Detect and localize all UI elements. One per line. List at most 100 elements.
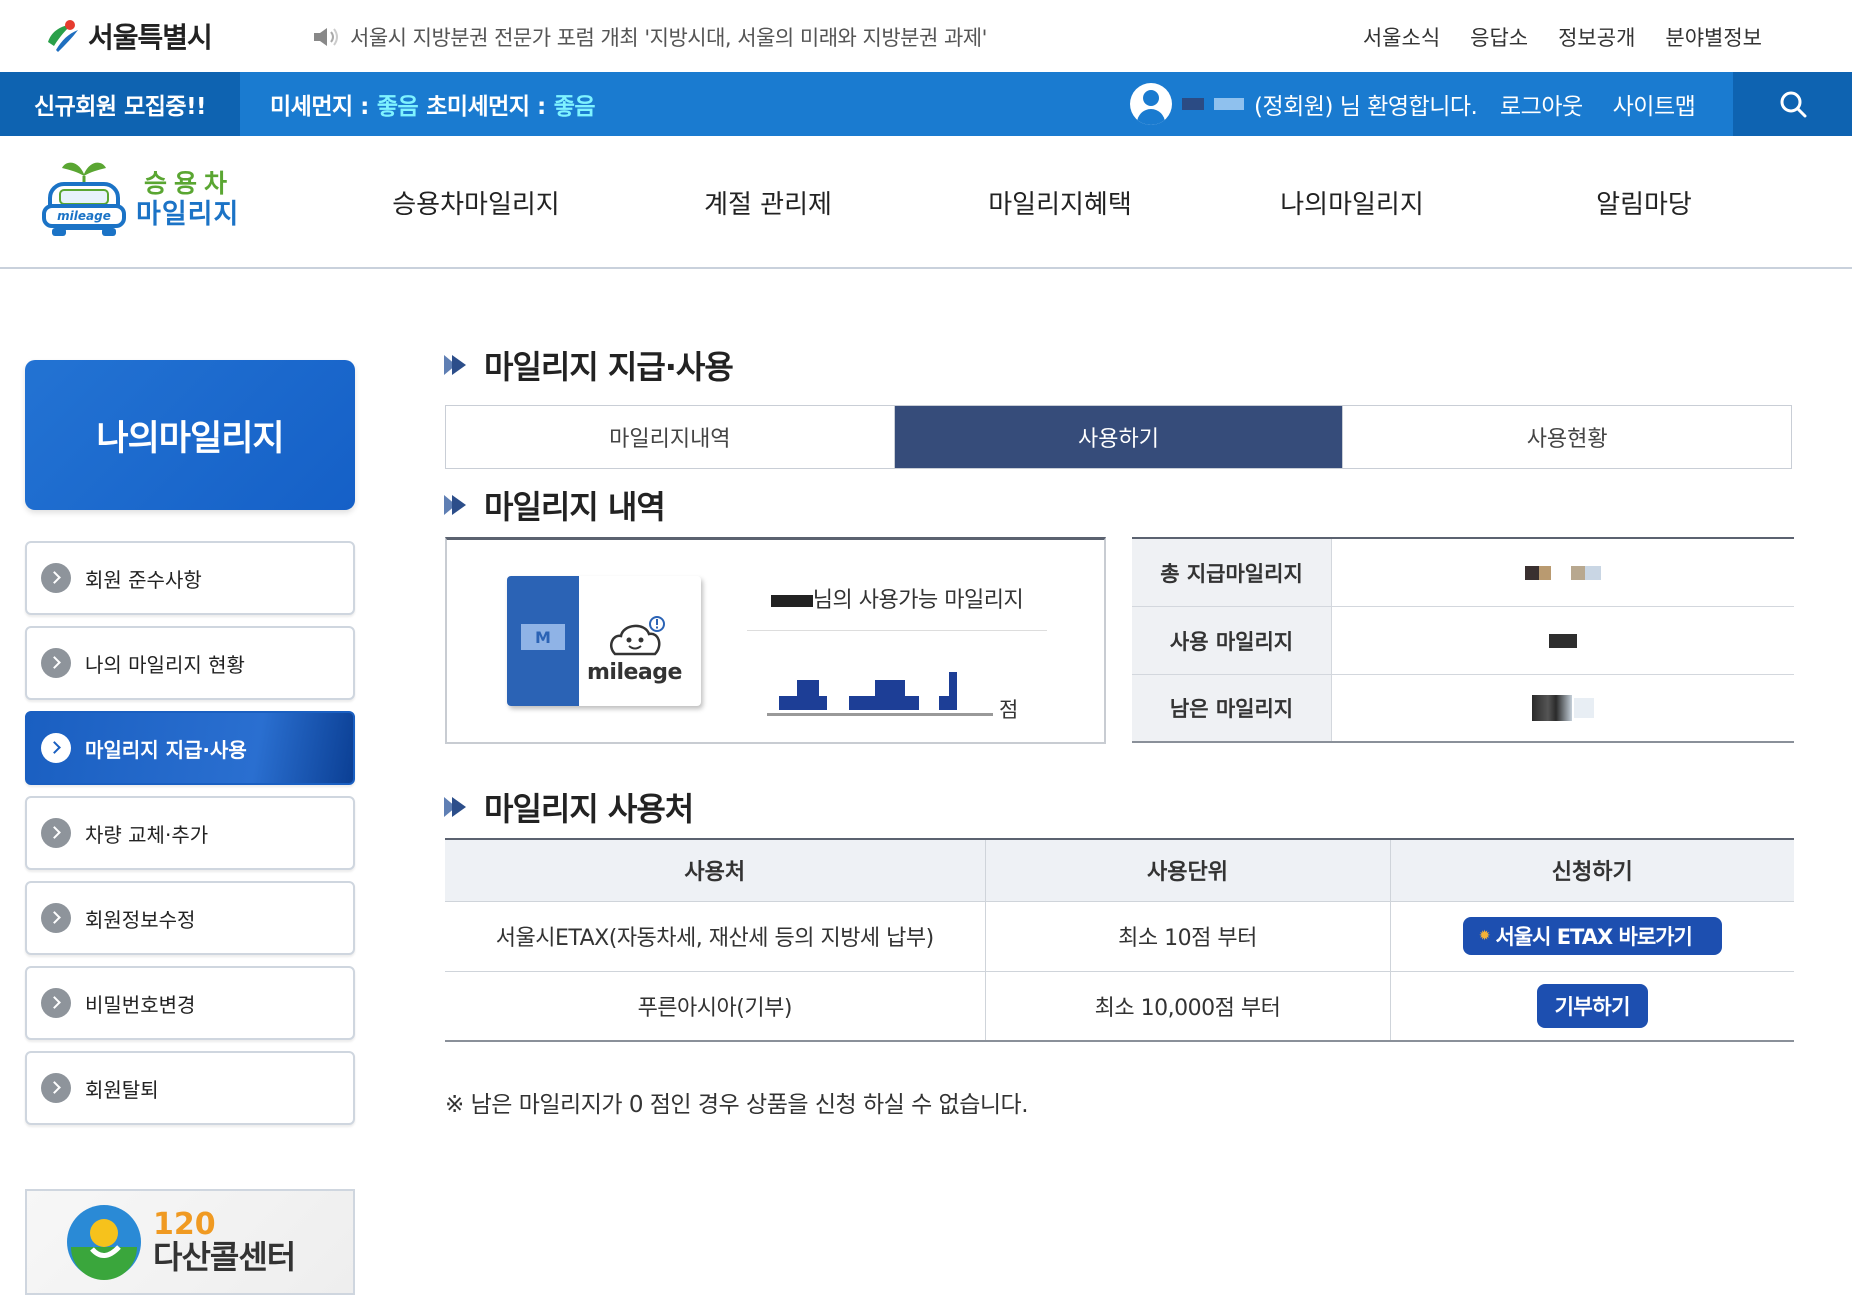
stat-label: 총 지급마일리지 xyxy=(1132,539,1332,606)
history-title: 마일리지 내역 xyxy=(444,482,666,528)
top-link-field-info[interactable]: 분야별정보 xyxy=(1665,22,1762,52)
lnb-item-pay-use[interactable]: 마일리지 지급·사용 xyxy=(25,711,355,785)
user-links: 로그아웃 사이트맵 xyxy=(1500,72,1696,136)
card-label: mileage xyxy=(587,660,682,685)
chevron-right-icon xyxy=(41,648,71,678)
chevron-right-icon xyxy=(41,818,71,848)
double-chevron-icon xyxy=(444,797,466,817)
site-logo[interactable]: mileage 승용차 마일리지 xyxy=(38,154,239,246)
places-title: 마일리지 사용처 xyxy=(444,784,694,830)
stat-value-redacted xyxy=(1332,675,1794,741)
brand-line2: 마일리지 xyxy=(136,198,240,230)
fine-dust-value: 좋음 xyxy=(376,94,419,120)
footnote: ※ 남은 마일리지가 0 점인 경우 상품을 신청 하실 수 없습니다. xyxy=(445,1092,1029,1118)
lnb-item-rules[interactable]: 회원 준수사항 xyxy=(25,541,355,615)
seoul-logo[interactable]: 서울특별시 xyxy=(42,14,213,58)
recruit-banner[interactable]: 신규회원 모집중!! xyxy=(0,72,240,136)
dust-info: 미세먼지 : 좋음 초미세먼지 : 좋음 xyxy=(270,72,596,136)
gnb-item-season[interactable]: 계절 관리제 xyxy=(622,184,914,221)
gnb-menu: 승용차마일리지 계절 관리제 마일리지혜택 나의마일리지 알림마당 xyxy=(330,184,1790,221)
gnb-item-mileage[interactable]: 승용차마일리지 xyxy=(330,184,622,221)
tab-usage-status[interactable]: 사용현황 xyxy=(1342,406,1792,468)
redacted-name xyxy=(770,595,813,607)
lnb-item-label: 차량 교체·추가 xyxy=(85,822,209,847)
lnb-item-withdraw[interactable]: 회원탈퇴 xyxy=(25,1051,355,1125)
stat-row-used: 사용 마일리지 xyxy=(1132,607,1794,675)
welcome-area: (정회원) 님 환영합니다. xyxy=(1130,72,1478,136)
welcome-text: (정회원) 님 환영합니다. xyxy=(1254,94,1478,120)
etax-link-button[interactable]: ✹ 서울시 ETAX 바로가기 xyxy=(1462,917,1722,955)
th-apply: 신청하기 xyxy=(1389,839,1794,902)
th-unit: 사용단위 xyxy=(984,839,1390,902)
ultra-dust-label: 초미세먼지 : xyxy=(426,94,546,120)
callcenter-logo-icon xyxy=(67,1205,141,1280)
tab-bar: 마일리지내역 사용하기 사용현황 xyxy=(445,405,1792,469)
stat-value-redacted xyxy=(1332,539,1794,606)
available-label-text: 님의 사용가능 마일리지 xyxy=(812,588,1024,613)
search-button[interactable] xyxy=(1733,72,1852,136)
callcenter-banner[interactable]: 120 다산콜센터 xyxy=(25,1189,355,1295)
seoul-logo-text: 서울특별시 xyxy=(88,21,213,54)
double-chevron-icon xyxy=(444,355,466,375)
etax-button-label: 서울시 ETAX 바로가기 xyxy=(1495,925,1692,949)
search-icon xyxy=(1780,91,1806,118)
place-cell: 푸른아시아(기부) xyxy=(445,971,985,1042)
notice-text: 서울시 지방분권 전문가 포럼 개최 '지방시대, 서울의 미래와 지방분권 과… xyxy=(350,26,987,50)
card-m-tag: M xyxy=(521,624,565,650)
unit-cell: 최소 10점 부터 xyxy=(984,901,1390,972)
top-link-response[interactable]: 응답소 xyxy=(1470,22,1528,52)
page-title: 마일리지 지급·사용 xyxy=(444,342,734,388)
history-title-text: 마일리지 내역 xyxy=(484,488,666,526)
stat-label: 남은 마일리지 xyxy=(1132,675,1332,741)
chevron-right-icon xyxy=(41,988,71,1018)
gear-icon: ✹ xyxy=(1478,928,1491,944)
mileage-summary-box: M mileage 님의 사용가능 마일리지 점 xyxy=(445,537,1106,744)
car-badge-text: mileage xyxy=(57,209,111,223)
donate-button[interactable]: 기부하기 xyxy=(1536,983,1648,1028)
gnb-item-my-mileage[interactable]: 나의마일리지 xyxy=(1206,184,1498,221)
top-link-news[interactable]: 서울소식 xyxy=(1363,22,1440,52)
lnb-title: 나의마일리지 xyxy=(25,360,355,510)
lnb-item-status[interactable]: 나의 마일리지 현황 xyxy=(25,626,355,700)
callcenter-name: 다산콜센터 xyxy=(153,1237,296,1276)
speaker-icon xyxy=(314,28,338,46)
lnb-item-label: 회원 준수사항 xyxy=(85,567,202,592)
seoul-logo-icon xyxy=(48,20,78,52)
lnb-item-vehicle[interactable]: 차량 교체·추가 xyxy=(25,796,355,870)
stat-row-remaining: 남은 마일리지 xyxy=(1132,675,1794,743)
mileage-card: M mileage xyxy=(507,576,701,706)
table-row: 푸른아시아(기부) 최소 10,000점 부터 기부하기 xyxy=(445,971,1794,1042)
callcenter-number: 120 xyxy=(153,1207,216,1243)
lnb-item-password[interactable]: 비밀번호변경 xyxy=(25,966,355,1040)
tab-use[interactable]: 사용하기 xyxy=(893,406,1343,468)
lnb-item-edit-info[interactable]: 회원정보수정 xyxy=(25,881,355,955)
logout-link[interactable]: 로그아웃 xyxy=(1500,87,1583,121)
table-row: 서울시ETAX(자동차세, 재산세 등의 지방세 납부) 최소 10점 부터 ✹… xyxy=(445,901,1794,972)
th-place: 사용처 xyxy=(445,839,985,902)
points-unit: 점 xyxy=(999,698,1019,722)
main-navigation: mileage 승용차 마일리지 승용차마일리지 계절 관리제 마일리지혜택 나… xyxy=(0,136,1852,269)
top-utility-bar: 서울특별시 서울시 지방분권 전문가 포럼 개최 '지방시대, 서울의 미래와 … xyxy=(0,0,1852,72)
lnb-item-label: 나의 마일리지 현황 xyxy=(85,652,245,677)
fine-dust-label: 미세먼지 : xyxy=(270,94,369,120)
gnb-item-notice[interactable]: 알림마당 xyxy=(1498,184,1790,221)
lnb-list: 회원 준수사항 나의 마일리지 현황 마일리지 지급·사용 차량 교체·추가 회… xyxy=(25,541,355,1136)
double-chevron-icon xyxy=(444,495,466,515)
ultra-dust-value: 좋음 xyxy=(553,94,596,120)
notice-ticker[interactable]: 서울시 지방분권 전문가 포럼 개최 '지방시대, 서울의 미래와 지방분권 과… xyxy=(312,22,987,52)
brand-line1: 승용차 xyxy=(144,169,235,199)
tab-history[interactable]: 마일리지내역 xyxy=(446,406,894,468)
smiley-car-icon xyxy=(610,616,665,656)
top-links: 서울소식 응답소 정보공개 분야별정보 xyxy=(1363,22,1762,52)
apply-cell: ✹ 서울시 ETAX 바로가기 xyxy=(1389,901,1794,972)
usage-places-table: 사용처 사용단위 신청하기 서울시ETAX(자동차세, 재산세 등의 지방세 납… xyxy=(445,838,1794,1042)
top-link-disclosure[interactable]: 정보공개 xyxy=(1558,22,1635,52)
lnb-item-label: 비밀번호변경 xyxy=(85,992,196,1017)
mileage-stats-table: 총 지급마일리지 사용 마일리지 남은 마일리지 xyxy=(1132,537,1794,743)
table-header-row: 사용처 사용단위 신청하기 xyxy=(445,839,1794,902)
redacted-username-2 xyxy=(1214,98,1244,110)
gnb-item-benefit[interactable]: 마일리지혜택 xyxy=(914,184,1206,221)
sitemap-link[interactable]: 사이트맵 xyxy=(1613,87,1696,121)
stat-row-total: 총 지급마일리지 xyxy=(1132,539,1794,607)
places-title-text: 마일리지 사용처 xyxy=(484,790,694,828)
